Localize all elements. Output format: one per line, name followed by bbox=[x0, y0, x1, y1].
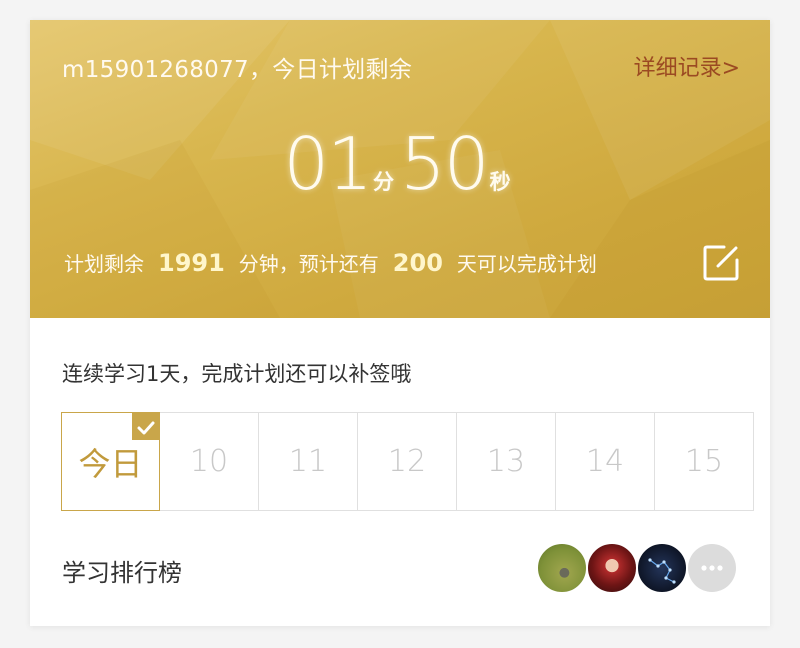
day-label: 13 bbox=[486, 444, 526, 479]
day-cell[interactable]: 15 bbox=[655, 412, 754, 511]
constellation-icon bbox=[648, 558, 676, 584]
detail-records-link[interactable]: 详细记录> bbox=[634, 50, 740, 82]
timer-seconds-unit: 秒 bbox=[489, 170, 511, 194]
edit-icon bbox=[703, 245, 739, 281]
timer-minutes: 01 bbox=[283, 122, 373, 206]
checked-badge bbox=[132, 412, 160, 440]
day-label: 14 bbox=[585, 444, 625, 479]
day-cell-today[interactable]: 今日 bbox=[61, 412, 160, 511]
timer-minutes-unit: 分 bbox=[373, 170, 394, 194]
day-cell[interactable]: 14 bbox=[556, 412, 655, 511]
streak-message: 连续学习1天，完成计划还可以补签哦 bbox=[62, 362, 412, 386]
checkin-days-row: 今日 10 11 12 13 14 15 bbox=[61, 412, 754, 511]
day-cell[interactable]: 13 bbox=[457, 412, 556, 511]
day-label: 今日 bbox=[78, 444, 143, 483]
more-icon bbox=[701, 565, 723, 571]
remaining-minutes-value: 1991 bbox=[158, 249, 225, 277]
day-label: 12 bbox=[387, 444, 427, 479]
account-remaining-title: m15901268077，今日计划剩余 bbox=[62, 57, 413, 83]
day-cell[interactable]: 11 bbox=[259, 412, 358, 511]
countdown-timer: 01分50秒 bbox=[30, 128, 770, 200]
plan-middle: 分钟，预计还有 bbox=[238, 252, 379, 276]
plan-suffix: 天可以完成计划 bbox=[456, 252, 597, 276]
leaderboard-label[interactable]: 学习排行榜 bbox=[62, 553, 182, 588]
day-label: 10 bbox=[189, 444, 229, 479]
plan-summary: 计划剩余 1991 分钟，预计还有 200 天可以完成计划 bbox=[64, 248, 664, 277]
day-cell[interactable]: 12 bbox=[358, 412, 457, 511]
day-label: 11 bbox=[288, 444, 328, 479]
study-plan-card: m15901268077，今日计划剩余 详细记录> 01分50秒 计划剩余 199… bbox=[30, 20, 770, 626]
remaining-days-value: 200 bbox=[392, 249, 443, 277]
avatar-grass[interactable] bbox=[536, 542, 588, 594]
avatar-constellation[interactable] bbox=[636, 542, 688, 594]
day-label: 15 bbox=[684, 444, 724, 479]
day-cell[interactable]: 10 bbox=[160, 412, 259, 511]
timer-seconds: 50 bbox=[400, 122, 490, 206]
edit-plan-button[interactable] bbox=[702, 244, 740, 282]
more-button[interactable] bbox=[688, 544, 736, 592]
plan-banner: m15901268077，今日计划剩余 详细记录> 01分50秒 计划剩余 199… bbox=[30, 20, 770, 318]
plan-prefix: 计划剩余 bbox=[64, 252, 144, 276]
avatar-opera[interactable] bbox=[586, 542, 638, 594]
checkmark-icon bbox=[137, 421, 155, 435]
